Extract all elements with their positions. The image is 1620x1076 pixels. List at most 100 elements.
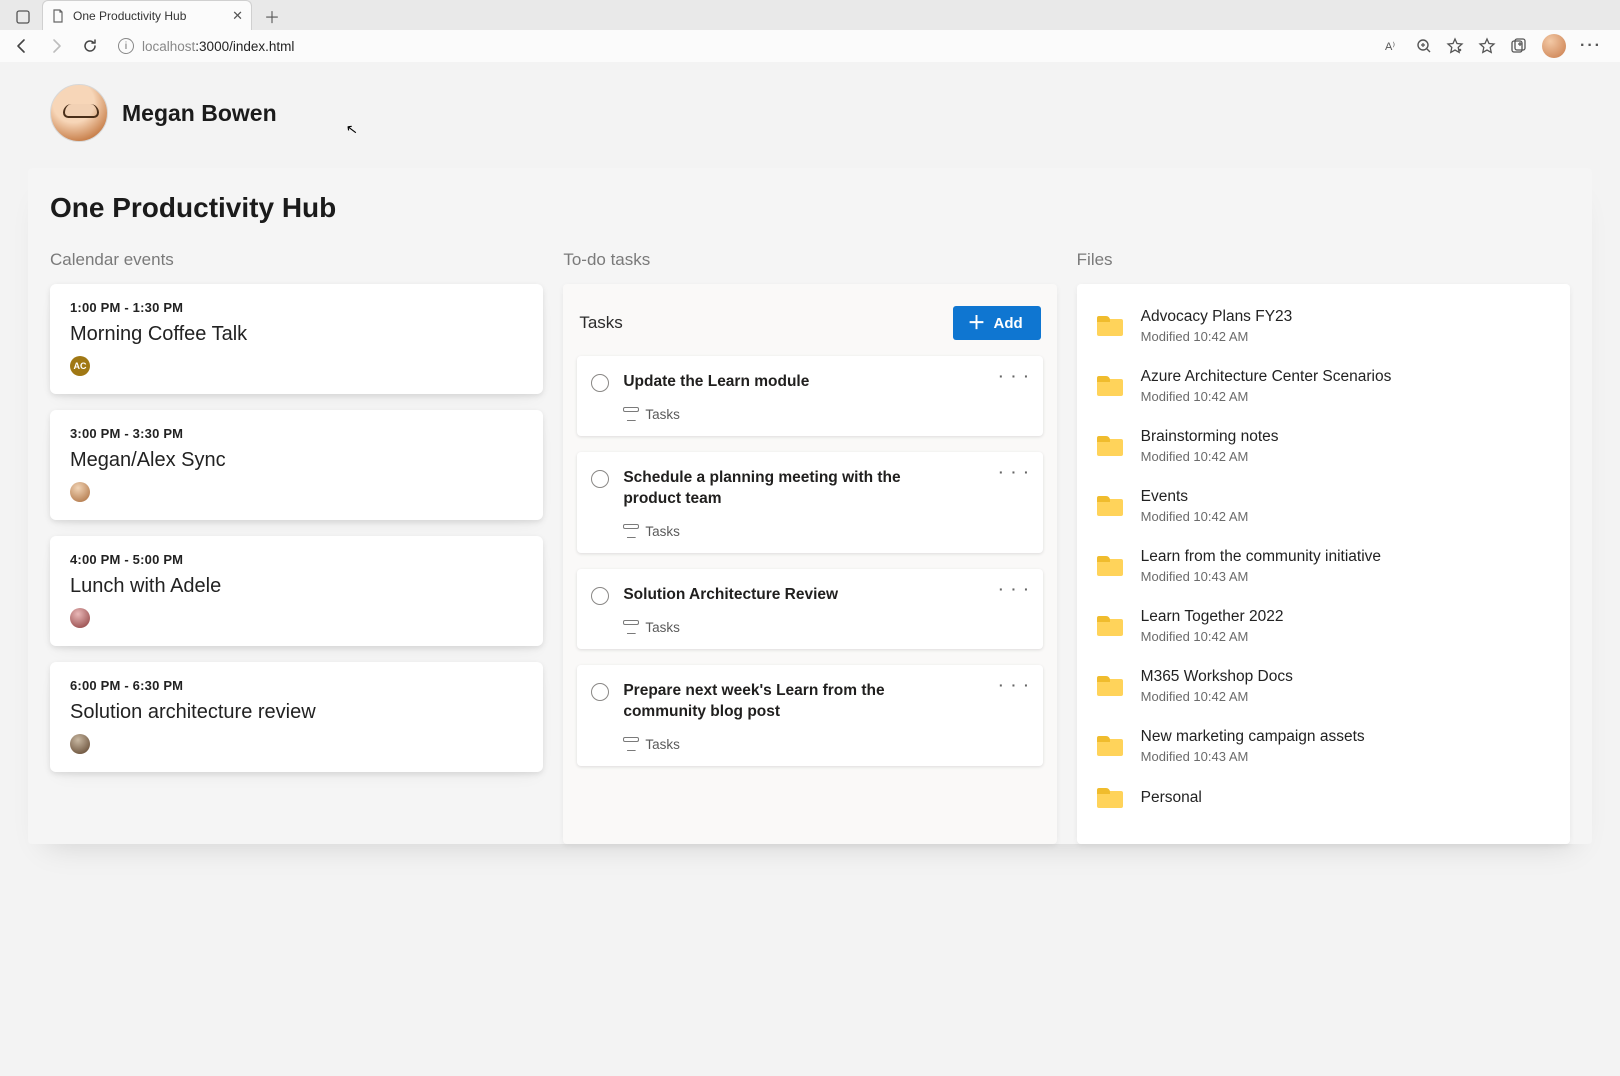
event-time: 1:00 PM - 1:30 PM: [70, 300, 523, 315]
more-menu-icon[interactable]: ···: [1580, 37, 1602, 55]
file-info: Learn Together 2022Modified 10:42 AM: [1141, 608, 1284, 644]
file-meta: Modified 10:42 AM: [1141, 329, 1293, 344]
event-card[interactable]: 6:00 PM - 6:30 PM Solution architecture r…: [50, 662, 543, 772]
event-title: Megan/Alex Sync: [70, 449, 523, 472]
task-card[interactable]: Solution Architecture Review· · ·Tasks: [577, 569, 1042, 649]
task-more-icon[interactable]: · · ·: [999, 677, 1031, 693]
event-time: 4:00 PM - 5:00 PM: [70, 552, 523, 567]
page-title: One Productivity Hub: [50, 192, 1570, 224]
site-info-icon[interactable]: i: [118, 38, 134, 54]
tasks-column: To-do tasks Tasks ＋ Add Update the Learn…: [563, 250, 1056, 844]
tasks-panel-header: Tasks ＋ Add: [577, 300, 1042, 356]
files-column: Files Advocacy Plans FY23 Modified 10:42 …: [1077, 250, 1570, 844]
event-attendees: [70, 734, 523, 754]
bucket-icon: [623, 620, 637, 634]
task-more-icon[interactable]: · · ·: [999, 464, 1031, 480]
toolbar-right: A⁾ ···: [1384, 34, 1612, 58]
file-info: Azure Architecture Center ScenariosModif…: [1141, 368, 1392, 404]
file-row[interactable]: Advocacy Plans FY23 Modified 10:42 AM: [1093, 296, 1554, 356]
favorites-icon[interactable]: [1478, 37, 1496, 55]
file-row[interactable]: M365 Workshop DocsModified 10:42 AM: [1093, 656, 1554, 716]
user-name: Megan Bowen: [122, 100, 277, 127]
file-info: New marketing campaign assets Modified 10…: [1141, 728, 1365, 764]
zoom-icon[interactable]: [1416, 38, 1432, 54]
close-tab-icon[interactable]: ✕: [232, 8, 243, 24]
event-card[interactable]: 4:00 PM - 5:00 PM Lunch with Adele: [50, 536, 543, 646]
task-complete-toggle[interactable]: [591, 587, 609, 605]
add-task-button[interactable]: ＋ Add: [953, 306, 1040, 340]
task-more-icon[interactable]: · · ·: [999, 581, 1031, 597]
folder-icon: [1097, 736, 1123, 756]
task-bucket: Tasks: [623, 737, 1028, 752]
file-row[interactable]: Brainstorming notesModified 10:42 AM: [1093, 416, 1554, 476]
files-header: Files: [1077, 250, 1570, 270]
events-list: 1:00 PM - 1:30 PM Morning Coffee Talk AC 3:…: [50, 284, 543, 772]
attendee-avatar[interactable]: [70, 482, 90, 502]
address-bar[interactable]: i localhost:3000/index.html: [110, 32, 1378, 60]
file-name: Learn from the community initiative: [1141, 548, 1381, 566]
file-name: New marketing campaign assets: [1141, 728, 1365, 746]
attendee-avatar[interactable]: [70, 608, 90, 628]
event-title: Solution architecture review: [70, 701, 523, 724]
event-title: Morning Coffee Talk: [70, 323, 523, 346]
task-complete-toggle[interactable]: [591, 374, 609, 392]
attendee-avatar[interactable]: [70, 734, 90, 754]
refresh-button[interactable]: [76, 32, 104, 60]
event-card[interactable]: 3:00 PM - 3:30 PM Megan/Alex Sync: [50, 410, 543, 520]
file-info: EventsModified 10:42 AM: [1141, 488, 1249, 524]
tab-actions-icon[interactable]: [10, 4, 36, 30]
browser-chrome: One Productivity Hub ✕ ＋ i localhost:300…: [0, 0, 1620, 62]
task-more-icon[interactable]: · · ·: [999, 368, 1031, 384]
profile-avatar[interactable]: [1542, 34, 1566, 58]
file-name: M365 Workshop Docs: [1141, 668, 1293, 686]
task-title: Update the Learn module: [623, 372, 809, 393]
event-time: 3:00 PM - 3:30 PM: [70, 426, 523, 441]
user-avatar[interactable]: [50, 84, 108, 142]
favorite-star-icon[interactable]: [1446, 37, 1464, 55]
event-time: 6:00 PM - 6:30 PM: [70, 678, 523, 693]
event-attendees: [70, 482, 523, 502]
file-row[interactable]: New marketing campaign assets Modified 10…: [1093, 716, 1554, 776]
back-button[interactable]: [8, 32, 36, 60]
files-panel: Advocacy Plans FY23 Modified 10:42 AM Azur…: [1077, 284, 1570, 844]
calendar-header: Calendar events: [50, 250, 543, 270]
bucket-icon: [623, 407, 637, 421]
new-tab-button[interactable]: ＋: [258, 2, 286, 30]
task-complete-toggle[interactable]: [591, 683, 609, 701]
task-card[interactable]: Schedule a planning meeting with the pro…: [577, 452, 1042, 553]
browser-tab[interactable]: One Productivity Hub ✕: [42, 0, 252, 30]
url-text: localhost:3000/index.html: [142, 39, 294, 54]
task-card[interactable]: Update the Learn module· · ·Tasks: [577, 356, 1042, 436]
task-complete-toggle[interactable]: [591, 470, 609, 488]
event-card[interactable]: 1:00 PM - 1:30 PM Morning Coffee Talk AC: [50, 284, 543, 394]
task-bucket: Tasks: [623, 620, 1028, 635]
collections-icon[interactable]: [1510, 37, 1528, 55]
file-name: Advocacy Plans FY23: [1141, 308, 1293, 326]
tab-strip: One Productivity Hub ✕ ＋: [0, 0, 1620, 30]
file-name: Personal: [1141, 789, 1202, 807]
file-name: Learn Together 2022: [1141, 608, 1284, 626]
calendar-column: Calendar events 1:00 PM - 1:30 PM Morning…: [50, 250, 543, 844]
file-info: Learn from the community initiativeModif…: [1141, 548, 1381, 584]
task-bucket-label: Tasks: [645, 737, 680, 752]
files-list: Advocacy Plans FY23 Modified 10:42 AM Azur…: [1093, 296, 1554, 820]
file-row[interactable]: Learn from the community initiativeModif…: [1093, 536, 1554, 596]
file-row[interactable]: EventsModified 10:42 AM: [1093, 476, 1554, 536]
event-title: Lunch with Adele: [70, 575, 523, 598]
file-row[interactable]: Personal: [1093, 776, 1554, 820]
event-attendees: [70, 608, 523, 628]
folder-icon: [1097, 616, 1123, 636]
file-row[interactable]: Azure Architecture Center ScenariosModif…: [1093, 356, 1554, 416]
user-header: Megan Bowen: [50, 84, 1592, 142]
task-bucket-label: Tasks: [645, 620, 680, 635]
add-task-label: Add: [993, 315, 1022, 332]
task-bucket: Tasks: [623, 524, 1028, 539]
task-card[interactable]: Prepare next week's Learn from the commu…: [577, 665, 1042, 766]
folder-icon: [1097, 316, 1123, 336]
file-row[interactable]: Learn Together 2022Modified 10:42 AM: [1093, 596, 1554, 656]
file-meta: Modified 10:43 AM: [1141, 749, 1365, 764]
attendee-avatar[interactable]: AC: [70, 356, 90, 376]
forward-button[interactable]: [42, 32, 70, 60]
event-attendees: AC: [70, 356, 523, 376]
read-aloud-icon[interactable]: A⁾: [1384, 37, 1402, 55]
